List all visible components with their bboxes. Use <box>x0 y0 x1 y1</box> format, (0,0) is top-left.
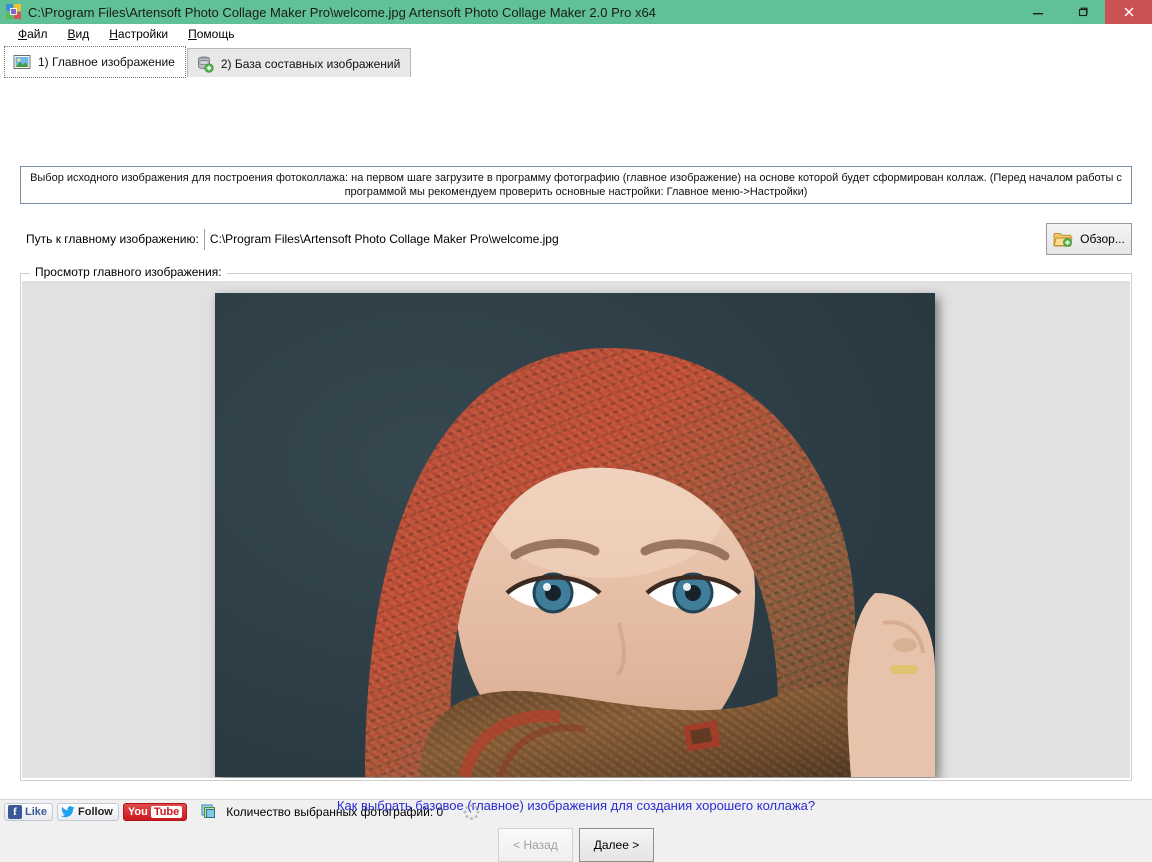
photos-stack-icon <box>201 804 217 820</box>
info-box: Выбор исходного изображения для построен… <box>20 166 1132 204</box>
menu-bar: Файл Вид Настройки Помощь <box>0 24 1152 44</box>
tab-image-database[interactable]: 2) База составных изображений <box>186 48 412 78</box>
preview-group-title: Просмотр главного изображения: <box>30 265 227 279</box>
title-bar: C:\Program Files\Artensoft Photo Collage… <box>0 0 1152 24</box>
content-panel: Выбор исходного изображения для построен… <box>0 78 1152 862</box>
next-button[interactable]: Далее > <box>579 828 654 862</box>
minimize-button[interactable] <box>1015 0 1060 24</box>
help-link[interactable]: Как выбрать базовое (главное) изображени… <box>0 798 1152 813</box>
image-path-label: Путь к главному изображению: <box>26 232 199 246</box>
menu-item-help[interactable]: Помощь <box>178 25 244 43</box>
menu-item-file[interactable]: Файл <box>8 25 58 43</box>
menu-item-view-rest: ид <box>75 27 90 41</box>
close-button[interactable] <box>1105 0 1152 24</box>
menu-item-view[interactable]: Вид <box>58 25 100 43</box>
tab-strip: 1) Главное изображение 2) База составных… <box>0 44 1152 78</box>
back-button[interactable]: < Назад <box>498 828 573 862</box>
tab-main-image[interactable]: 1) Главное изображение <box>4 46 186 78</box>
database-add-icon <box>196 55 214 73</box>
window-title: C:\Program Files\Artensoft Photo Collage… <box>28 4 656 20</box>
browse-button[interactable]: Обзор... <box>1046 223 1132 255</box>
image-preview-area[interactable] <box>22 281 1130 778</box>
application-window: C:\Program Files\Artensoft Photo Collage… <box>0 0 1152 862</box>
window-controls <box>1015 0 1152 24</box>
wizard-navigation: < Назад Далее > <box>0 828 1152 862</box>
image-path-input[interactable] <box>203 228 1036 250</box>
app-icon <box>6 4 22 20</box>
folder-add-icon <box>1053 231 1073 248</box>
menu-item-help-rest: омощь <box>196 27 235 41</box>
image-path-row: Путь к главному изображению: Обзор... <box>20 221 1132 257</box>
loading-spinner-icon <box>463 804 480 820</box>
menu-item-settings-rest: астройки <box>117 27 169 41</box>
main-image-preview[interactable] <box>215 293 935 777</box>
browse-button-label: Обзор... <box>1080 232 1125 246</box>
info-box-text: Выбор исходного изображения для построен… <box>30 172 1122 198</box>
maximize-button[interactable] <box>1060 0 1105 24</box>
tab-main-image-label: 1) Главное изображение <box>38 55 175 69</box>
main-image-wrapper <box>215 293 935 777</box>
menu-item-settings[interactable]: Настройки <box>99 25 178 43</box>
menu-item-file-rest: айл <box>27 27 48 41</box>
tab-image-database-label: 2) База составных изображений <box>220 56 401 71</box>
picture-icon <box>13 53 31 71</box>
